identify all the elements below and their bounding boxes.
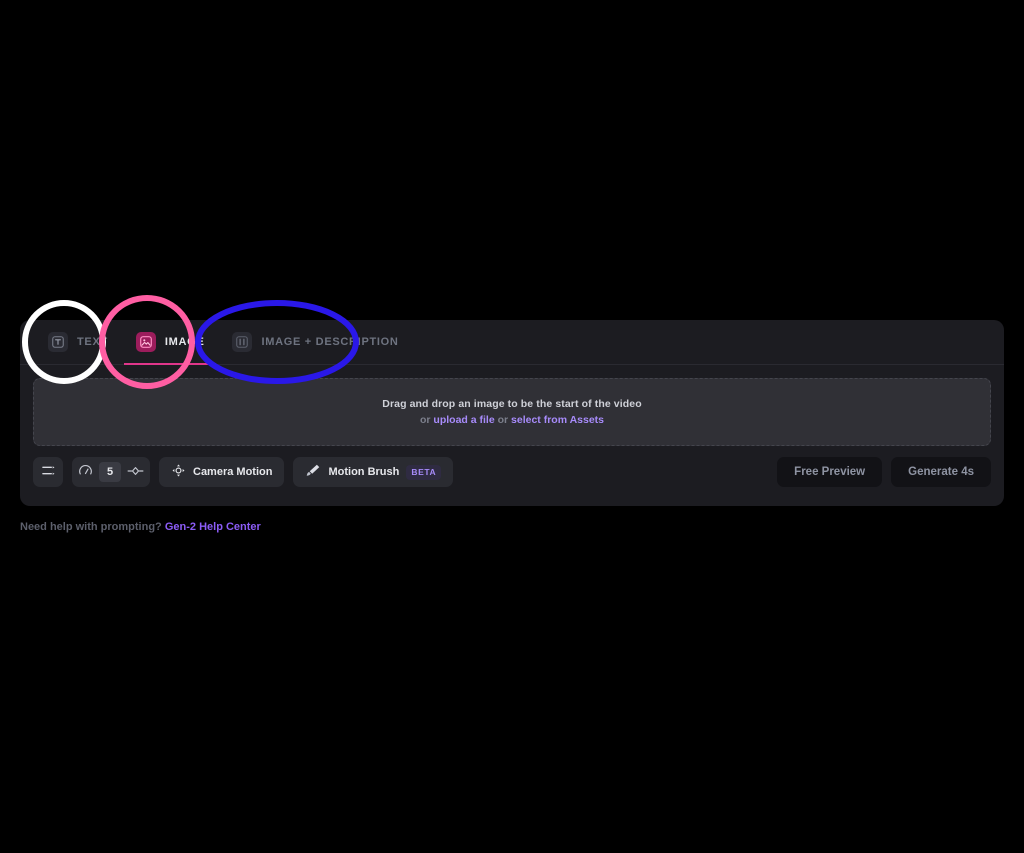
tab-image-description[interactable]: IMAGE + DESCRIPTION bbox=[218, 320, 412, 364]
tab-image-description-label: IMAGE + DESCRIPTION bbox=[261, 336, 399, 348]
image-description-icon bbox=[232, 332, 253, 352]
image-icon bbox=[135, 332, 156, 352]
tab-text-label: TEXT bbox=[77, 336, 108, 348]
settings-button[interactable] bbox=[33, 457, 63, 487]
gen2-help-center-link[interactable]: Gen-2 Help Center bbox=[165, 521, 261, 533]
gen2-composer-panel: TEXT IMAGE IMAGE + DESCRIPTION Drag and … bbox=[20, 320, 1004, 506]
brush-icon bbox=[305, 463, 321, 481]
mode-tab-bar: TEXT IMAGE IMAGE + DESCRIPTION bbox=[20, 320, 1004, 365]
slider-handle-icon[interactable] bbox=[127, 464, 144, 481]
generate-button[interactable]: Generate 4s bbox=[891, 457, 991, 487]
prompting-help-text: Need help with prompting? Gen-2 Help Cen… bbox=[20, 521, 261, 533]
tab-image[interactable]: IMAGE bbox=[122, 320, 219, 365]
motion-brush-button[interactable]: Motion Brush BETA bbox=[293, 457, 454, 487]
dropzone-or-prefix: or bbox=[419, 414, 431, 426]
motion-brush-label: Motion Brush bbox=[328, 466, 400, 478]
prompting-help-label: Need help with prompting? bbox=[20, 521, 162, 533]
composer-toolbar: 5 Camera Motion Motion Brush BETA Free P… bbox=[20, 446, 1004, 487]
sliders-icon bbox=[41, 463, 56, 481]
dropzone-secondary-text: or upload a file or select from Assets bbox=[420, 414, 604, 426]
tab-image-label: IMAGE bbox=[164, 336, 205, 348]
dropzone-primary-text: Drag and drop an image to be the start o… bbox=[382, 398, 642, 410]
camera-move-icon bbox=[171, 463, 186, 481]
image-dropzone[interactable]: Drag and drop an image to be the start o… bbox=[33, 378, 991, 446]
camera-motion-button[interactable]: Camera Motion bbox=[159, 457, 285, 487]
tab-text[interactable]: TEXT bbox=[34, 320, 122, 364]
upload-file-link[interactable]: upload a file bbox=[433, 414, 494, 426]
dropzone-or-middle: or bbox=[497, 414, 509, 426]
free-preview-button[interactable]: Free Preview bbox=[777, 457, 883, 487]
beta-badge: BETA bbox=[406, 464, 442, 480]
dropzone-container: Drag and drop an image to be the start o… bbox=[20, 365, 1004, 446]
screen-root: TEXT IMAGE IMAGE + DESCRIPTION Drag and … bbox=[0, 0, 1024, 853]
motion-amount-stepper[interactable]: 5 bbox=[72, 457, 150, 487]
text-icon bbox=[48, 332, 68, 352]
camera-motion-label: Camera Motion bbox=[193, 466, 273, 478]
gauge-icon bbox=[78, 463, 93, 481]
motion-amount-value[interactable]: 5 bbox=[99, 462, 121, 482]
select-from-assets-link[interactable]: select from Assets bbox=[511, 414, 604, 426]
